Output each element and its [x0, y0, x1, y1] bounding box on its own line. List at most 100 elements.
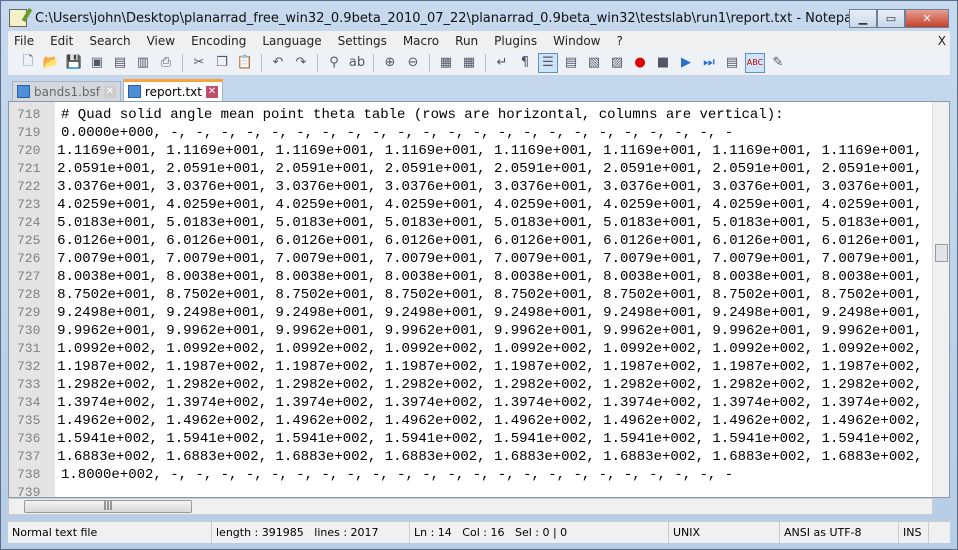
- line-number: 739: [17, 485, 41, 498]
- undo-icon[interactable]: ↶: [268, 53, 288, 73]
- vertical-scrollbar[interactable]: [932, 102, 949, 497]
- start-record-icon[interactable]: ●: [630, 53, 650, 73]
- line-number: 720: [17, 143, 41, 158]
- line-number: 733: [17, 377, 41, 392]
- vertical-scroll-thumb[interactable]: [935, 244, 948, 262]
- sync-horizontal-icon[interactable]: ▦: [459, 53, 479, 73]
- close-tab-icon[interactable]: ✕: [104, 85, 116, 98]
- close-button[interactable]: ✕: [905, 9, 949, 28]
- menu-plugins[interactable]: Plugins: [494, 34, 537, 48]
- cut-icon[interactable]: ✂: [189, 53, 209, 73]
- status-sel: Sel : 0 | 0: [514, 526, 568, 539]
- open-icon[interactable]: 📂: [41, 53, 61, 73]
- menu-run[interactable]: Run: [455, 34, 478, 48]
- window-title: C:\Users\john\Desktop\planarrad_free_win…: [35, 10, 883, 26]
- line-text: [55, 484, 61, 497]
- line-number: 729: [17, 305, 41, 320]
- word-wrap-icon[interactable]: ↵: [492, 53, 512, 73]
- line-number: 721: [17, 161, 41, 176]
- menu-window[interactable]: Window: [553, 34, 600, 48]
- line-number: 728: [17, 287, 41, 302]
- print-icon[interactable]: ⎙: [156, 53, 176, 73]
- user-defined-language-icon[interactable]: ▤: [561, 53, 581, 73]
- toolbar-separator: [429, 53, 430, 72]
- line-number: 725: [17, 233, 41, 248]
- maximize-button[interactable]: ▭: [877, 9, 905, 28]
- close-tab-icon[interactable]: ✕: [205, 85, 218, 98]
- abc-check-icon[interactable]: ✎: [768, 53, 788, 73]
- line-number: 726: [17, 251, 41, 266]
- text-editor[interactable]: 718 # Quad solid angle mean point theta t…: [8, 101, 950, 498]
- toolbar-separator: [373, 53, 374, 72]
- status-eol: UNIX: [669, 522, 780, 543]
- menu-search[interactable]: Search: [89, 34, 130, 48]
- menu-bar: File Edit Search View Encoding Language Settin…: [8, 31, 950, 50]
- map-icon[interactable]: ▨: [607, 53, 627, 73]
- file-save-icon: [17, 85, 30, 98]
- editor-line: 718 # Quad solid angle mean point theta t…: [9, 106, 931, 124]
- find-icon[interactable]: ⚲: [324, 53, 344, 73]
- line-text: 1.5941e+002, 1.5941e+002, 1.5941e+002, 1…: [57, 431, 931, 447]
- title-bar: C:\Users\john\Desktop\planarrad_free_win…: [1, 1, 957, 35]
- line-text: 1.1987e+002, 1.1987e+002, 1.1987e+002, 1…: [57, 359, 931, 375]
- line-number: 735: [17, 413, 41, 428]
- copy-icon[interactable]: ❐: [212, 53, 232, 73]
- paste-icon[interactable]: 📋: [235, 53, 255, 73]
- horizontal-scroll-thumb[interactable]: |||: [24, 500, 192, 513]
- minimize-button[interactable]: ▁: [849, 9, 877, 28]
- indent-guide-icon[interactable]: ☰: [538, 52, 558, 73]
- line-text: 4.0259e+001, 4.0259e+001, 4.0259e+001, 4…: [57, 197, 931, 213]
- line-text: 8.0038e+001, 8.0038e+001, 8.0038e+001, 8…: [57, 269, 931, 285]
- editor-line: 738 1.8000e+002, -, -, -, -, -, -, -, -, …: [9, 466, 931, 484]
- menu-file[interactable]: File: [14, 34, 34, 48]
- new-file-icon[interactable]: 🗋: [18, 53, 38, 73]
- toolbar-separator: [485, 53, 486, 72]
- editor-line: 737 1.6883e+002, 1.6883e+002, 1.6883e+002…: [9, 448, 931, 466]
- toolbar-separator: [317, 53, 318, 72]
- line-text: 8.7502e+001, 8.7502e+001, 8.7502e+001, 8…: [57, 287, 931, 303]
- horizontal-scrollbar[interactable]: |||: [8, 498, 933, 515]
- menu-help[interactable]: ?: [616, 34, 622, 48]
- status-lines: lines : 2017: [314, 526, 379, 539]
- show-all-chars-icon[interactable]: ¶: [515, 53, 535, 73]
- line-text: 9.9962e+001, 9.9962e+001, 9.9962e+001, 9…: [57, 323, 931, 339]
- file-save-icon: [128, 85, 141, 98]
- line-number: 722: [17, 179, 41, 194]
- zoom-out-icon[interactable]: ⊖: [403, 53, 423, 73]
- editor-line: 739: [9, 484, 931, 498]
- save-all-icon[interactable]: ▣: [87, 53, 107, 73]
- menu-encoding[interactable]: Encoding: [191, 34, 246, 48]
- line-number: 734: [17, 395, 41, 410]
- status-position: Ln : 14 Col : 16 Sel : 0 | 0: [410, 522, 669, 543]
- menu-language[interactable]: Language: [262, 34, 321, 48]
- close-all-icon[interactable]: ▥: [133, 53, 153, 73]
- playback-icon[interactable]: ▶: [676, 53, 696, 73]
- editor-line: 729 9.2498e+001, 9.2498e+001, 9.2498e+001…: [9, 304, 931, 322]
- folder-icon[interactable]: ▧: [584, 53, 604, 73]
- save-icon[interactable]: 💾: [64, 53, 84, 73]
- status-length: length : 391985: [216, 526, 304, 539]
- editor-line: 725 6.0126e+001, 6.0126e+001, 6.0126e+001…: [9, 232, 931, 250]
- menu-macro[interactable]: Macro: [403, 34, 439, 48]
- menu-edit[interactable]: Edit: [50, 34, 73, 48]
- sync-vertical-icon[interactable]: ▦: [436, 53, 456, 73]
- editor-line: 722 3.0376e+001, 3.0376e+001, 3.0376e+001…: [9, 178, 931, 196]
- menu-settings[interactable]: Settings: [338, 34, 387, 48]
- redo-icon[interactable]: ↷: [291, 53, 311, 73]
- replace-icon[interactable]: ab: [347, 53, 367, 73]
- line-text: # Quad solid angle mean point theta tabl…: [61, 107, 784, 123]
- zoom-in-icon[interactable]: ⊕: [380, 53, 400, 73]
- line-text: 1.6883e+002, 1.6883e+002, 1.6883e+002, 1…: [57, 449, 931, 465]
- close-document-button[interactable]: X: [938, 34, 946, 48]
- line-number: 738: [17, 467, 41, 482]
- save-macro-icon[interactable]: ▤: [722, 53, 742, 73]
- spell-check-icon[interactable]: ABC: [745, 52, 765, 73]
- tab-report-txt[interactable]: report.txt ✕: [123, 79, 223, 101]
- tab-bands1-bsf[interactable]: bands1.bsf ✕: [12, 81, 121, 101]
- close-icon[interactable]: ▤: [110, 53, 130, 73]
- line-number: 736: [17, 431, 41, 446]
- status-col: Col : 16: [462, 526, 505, 539]
- menu-view[interactable]: View: [147, 34, 175, 48]
- stop-record-icon[interactable]: ■: [653, 53, 673, 73]
- run-multiple-icon[interactable]: ⏭: [699, 53, 719, 73]
